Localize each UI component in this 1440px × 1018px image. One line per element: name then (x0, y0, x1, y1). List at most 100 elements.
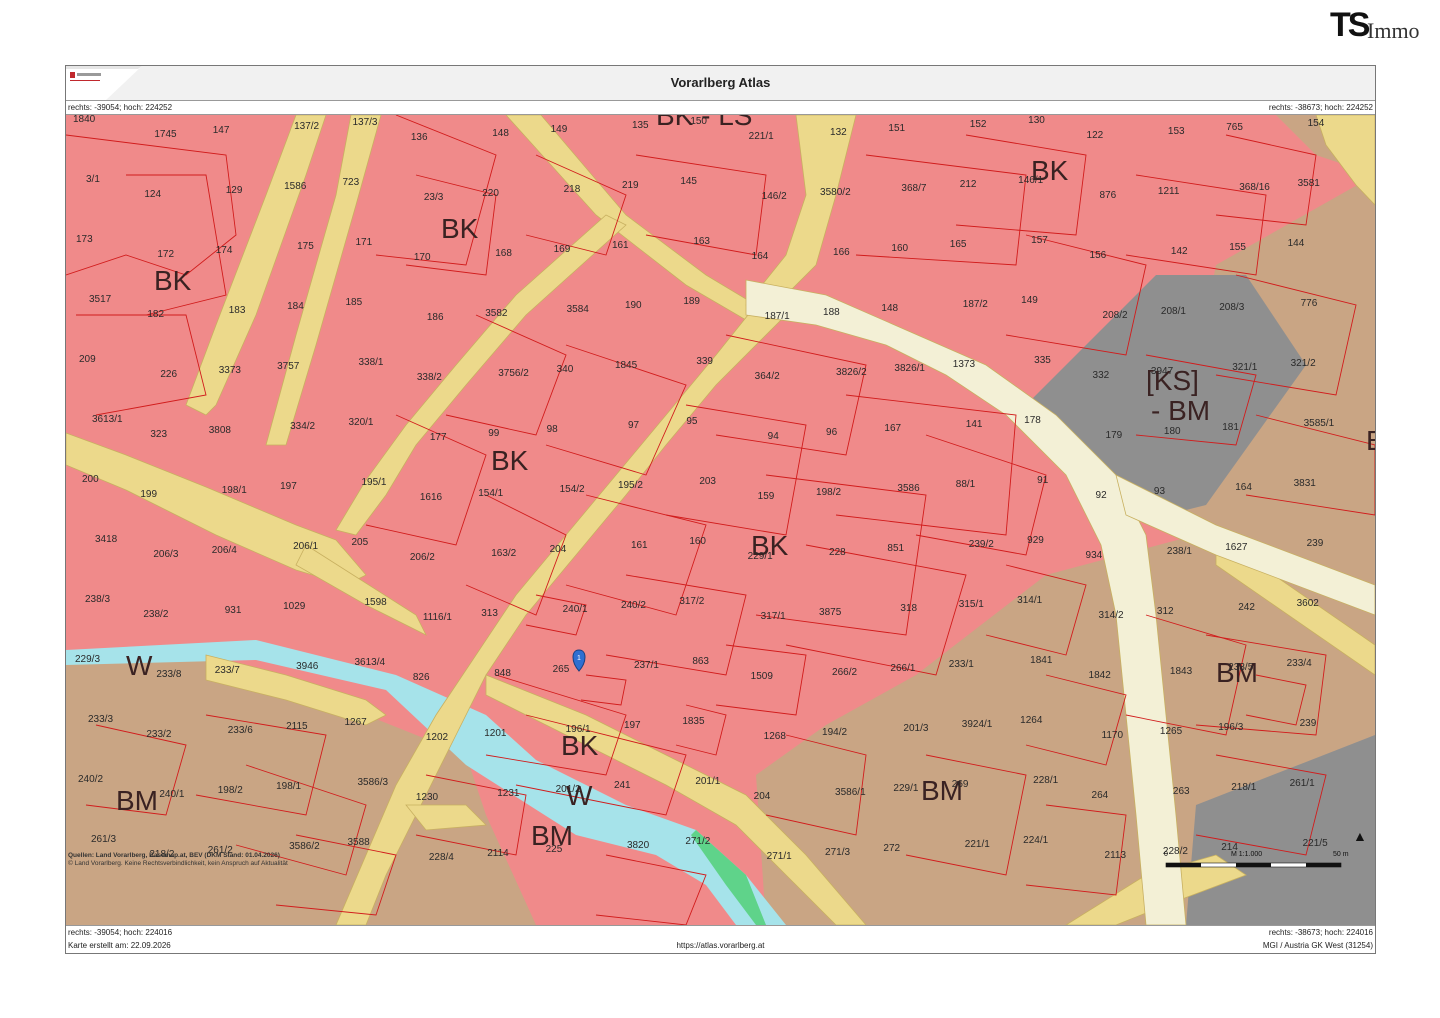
parcel-number: 338/1 (358, 357, 383, 368)
parcel-number: 132 (830, 127, 847, 138)
parcel-number: 233/6 (228, 725, 253, 736)
parcel-number: 1843 (1170, 666, 1193, 677)
parcel-number: 312 (1157, 606, 1174, 617)
parcel-number: 177 (430, 432, 447, 443)
parcel-number: 3418 (95, 534, 118, 545)
parcel-number: 170 (414, 252, 431, 263)
parcel-number: 136 (411, 132, 428, 143)
parcel-number: 315/1 (959, 599, 984, 610)
parcel-number: 2114 (487, 848, 509, 859)
parcel-number: 237/1 (634, 660, 659, 671)
parcel-number: 221/1 (965, 839, 990, 850)
parcel-number: 91 (1037, 475, 1049, 486)
parcel-number: 141 (966, 419, 983, 430)
parcel-number: 201/3 (903, 723, 928, 734)
parcel-number: 321/2 (1291, 358, 1316, 369)
parcel-number: 317/1 (761, 611, 786, 622)
parcel-number: 144 (1288, 238, 1305, 249)
parcel-number: 187/1 (765, 311, 790, 322)
parcel-number: 339 (696, 356, 713, 367)
parcel-number: 334/2 (290, 421, 315, 432)
parcel-number: 3924/1 (962, 719, 993, 730)
parcel-number: 205 (351, 537, 368, 548)
parcel-number: 1586 (284, 181, 307, 192)
parcel-number: 3757 (277, 361, 300, 372)
parcel-number: 153 (1168, 126, 1185, 137)
parcel-number: 148 (881, 303, 898, 314)
parcel-number: 313 (481, 608, 498, 619)
title-bar: Vorarlberg Atlas (66, 66, 1375, 101)
parcel-number: 154/1 (478, 488, 503, 499)
parcel-number: 272 (883, 843, 900, 854)
parcel-number: 167 (884, 423, 901, 434)
parcel-number: 776 (1301, 298, 1318, 309)
parcel-number: 226 (160, 369, 177, 380)
parcel-number: 163 (693, 236, 710, 247)
parcel-number: 156 (1090, 250, 1107, 261)
parcel-number: 160 (689, 536, 706, 547)
scale-bar: 0 M 1:1.000 50 m (1161, 851, 1361, 876)
map-title: Vorarlberg Atlas (670, 75, 771, 90)
coord-bottom-left: rechts: -39054; hoch: 224016 (68, 928, 173, 937)
parcel-number: 233/4 (1287, 658, 1312, 669)
parcel-number: 826 (413, 672, 430, 683)
parcel-number: 142 (1171, 246, 1188, 257)
parcel-number: 338/2 (417, 372, 442, 383)
parcel-number: 1264 (1020, 715, 1043, 726)
parcel-number: 98 (547, 424, 559, 435)
parcel-number: 173 (76, 234, 93, 245)
parcel-number: 1845 (615, 360, 638, 371)
parcel-number: 187/2 (963, 299, 988, 310)
zone-label: B (1366, 425, 1375, 456)
parcel-number: 233/8 (156, 669, 181, 680)
parcel-number: 239 (1307, 538, 1324, 549)
parcel-number: 164 (1235, 482, 1252, 493)
atlas-url[interactable]: https://atlas.vorarlberg.at (66, 941, 1375, 950)
parcel-number: 151 (888, 123, 905, 134)
parcel-number: 172 (157, 249, 174, 260)
parcel-number: 266/1 (890, 663, 915, 674)
parcel-number: 93 (1154, 486, 1166, 497)
parcel-number: 321/1 (1232, 362, 1257, 373)
parcel-number: 332 (1093, 370, 1110, 381)
parcel-number: 261/1 (1290, 778, 1315, 789)
parcel-number: 3582 (485, 308, 508, 319)
parcel-number: 3820 (627, 840, 650, 851)
parcel-number: 1373 (953, 359, 976, 370)
parcel-number: 3/1 (86, 174, 100, 185)
scale-graphic (1165, 862, 1342, 868)
parcel-number: 323 (150, 429, 167, 440)
parcel-number: 3373 (219, 365, 242, 376)
parcel-number: 195/2 (618, 480, 643, 491)
parcel-number: 723 (342, 177, 359, 188)
parcel-number: 206/2 (410, 552, 435, 563)
parcel-number: 314/2 (1099, 610, 1124, 621)
parcel-number: 179 (1106, 430, 1123, 441)
parcel-number: 3584 (567, 304, 590, 315)
parcel-number: 266/2 (832, 667, 857, 678)
parcel-number: 1202 (426, 732, 449, 743)
parcel-number: 3756/2 (498, 368, 529, 379)
parcel-number: 163/2 (491, 548, 516, 559)
parcel-number: 180 (1164, 426, 1181, 437)
parcel-number: 364/2 (755, 371, 780, 382)
parcel-number: 171 (355, 237, 372, 248)
parcel-number: 197 (624, 720, 641, 731)
parcel-number: 190 (625, 300, 642, 311)
parcel-number: 200 (82, 474, 99, 485)
parcel-number: 147 (213, 125, 230, 136)
map-canvas[interactable]: 1 BKBKBKBKBKBKBMBMBMBM[KS]- BMWWBK - LSB… (66, 114, 1375, 926)
parcel-number: 271/2 (685, 836, 710, 847)
parcel-number: 178 (1024, 415, 1041, 426)
parcel-number: 1265 (1160, 726, 1183, 737)
parcel-number: 233/5 (1228, 662, 1253, 673)
parcel-number: 1627 (1225, 542, 1248, 553)
parcel-number: 229/1 (748, 551, 773, 562)
parcel-number: 137/3 (352, 117, 377, 128)
parcel-number: 335 (1034, 355, 1051, 366)
parcel-number: 848 (494, 668, 511, 679)
map-sources: Quellen: Land Vorarlberg, Basemap.at, BE… (68, 852, 288, 868)
parcel-number: 3826/2 (836, 367, 867, 378)
cadastral-map[interactable]: 1 BKBKBKBKBKBKBMBMBMBM[KS]- BMWWBK - LSB… (66, 115, 1375, 925)
parcel-number: 221/5 (1303, 838, 1328, 849)
